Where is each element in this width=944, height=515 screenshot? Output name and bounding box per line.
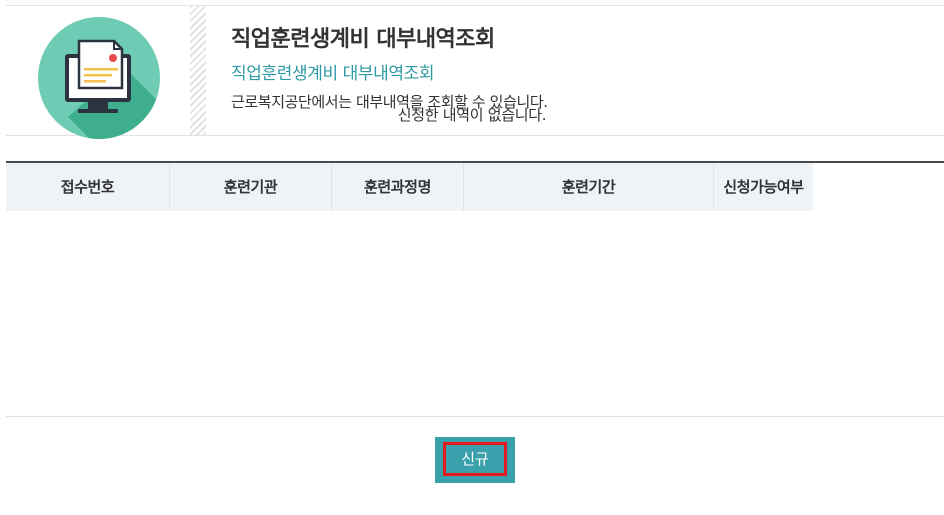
- empty-message: 신청한 내역이 없습니다.: [397, 106, 547, 124]
- table-empty-row: [6, 211, 944, 417]
- column-header-course-name: 훈련과정명: [332, 163, 464, 211]
- new-button-container: 신규: [435, 437, 515, 483]
- page-subtitle: 직업훈련생계비 대부내역조회: [231, 64, 435, 84]
- column-header-eligibility: 신청가능여부: [714, 163, 813, 211]
- column-header-training-institution: 훈련기관: [170, 163, 332, 211]
- page: 직업훈련생계비 대부내역조회 직업훈련생계비 대부내역조회 근로복지공단에서는 …: [0, 0, 944, 515]
- loan-history-table: 접수번호 훈련기관 훈련과정명 훈련기간 신청가능여부: [6, 161, 944, 211]
- page-title: 직업훈련생계비 대부내역조회: [231, 27, 495, 52]
- new-button[interactable]: 신규: [443, 442, 507, 476]
- table-header-row: 접수번호 훈련기관 훈련과정명 훈련기간 신청가능여부: [6, 163, 944, 211]
- column-header-training-period: 훈련기간: [464, 163, 714, 211]
- column-header-receipt-number: 접수번호: [6, 163, 170, 211]
